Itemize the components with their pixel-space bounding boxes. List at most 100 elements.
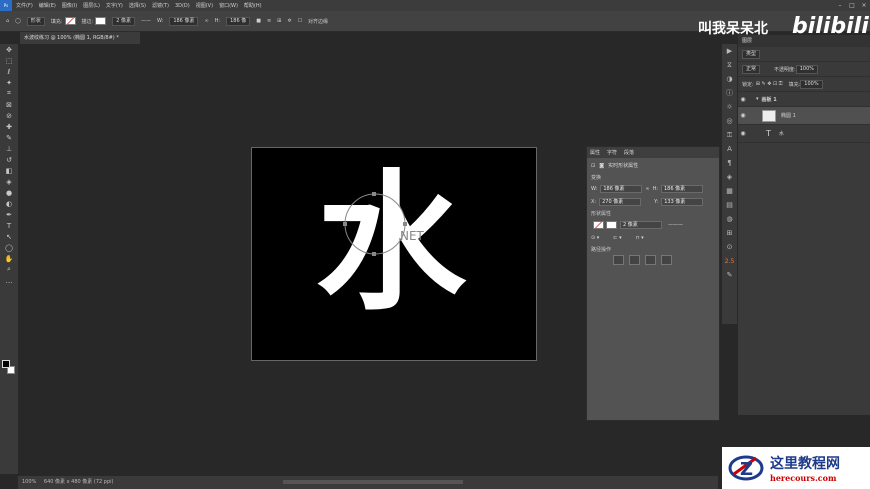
type-tool-icon[interactable]: T <box>0 220 18 231</box>
adjust-icon[interactable]: ◑ <box>722 72 737 86</box>
transform-section[interactable]: 变换 <box>587 174 719 181</box>
menu-3d[interactable]: 3D(D) <box>175 3 190 9</box>
lock-icon[interactable]: ⚿ <box>722 128 737 142</box>
stroke-size-input[interactable]: 2 像素 <box>112 16 135 26</box>
gear-icon[interactable]: ✲ <box>287 18 291 24</box>
width-field[interactable]: 186 像素 <box>600 184 643 193</box>
stroke-align-select[interactable]: ⊙ ▾ <box>591 235 599 241</box>
cap-select[interactable]: ⊏ ▾ <box>613 235 621 241</box>
blend-mode-select[interactable]: 正常 <box>742 64 761 74</box>
paragraph-icon[interactable]: ¶ <box>722 156 737 170</box>
fill-input[interactable]: 100% <box>800 79 823 89</box>
menu-filter[interactable]: 滤镜(T) <box>152 2 169 9</box>
frame-tool-icon[interactable]: ⊠ <box>0 99 18 110</box>
stamp-tool-icon[interactable]: ⊥ <box>0 143 18 154</box>
zoom-level[interactable]: 100% <box>22 479 36 485</box>
pen-tool-icon[interactable]: ✒ <box>0 209 18 220</box>
stroke-type-select[interactable]: —— <box>141 18 151 24</box>
chevron-down-icon[interactable]: ▾ <box>756 96 759 102</box>
glyphs-icon[interactable]: ◈ <box>722 170 737 184</box>
stroke-swatch[interactable] <box>95 17 107 25</box>
intersect-shape-icon[interactable] <box>645 255 656 265</box>
height-input[interactable]: 186 像 <box>226 16 251 26</box>
props-stroke-size[interactable]: 2 像素 <box>620 220 662 229</box>
maximize-icon[interactable]: □ <box>846 0 858 11</box>
path-icon[interactable]: ⊙ <box>722 240 737 254</box>
swatches-icon[interactable]: ▤ <box>722 198 737 212</box>
lock-icons[interactable]: ⊞ ✎ ✥ ⊡ ⚿ <box>756 81 783 87</box>
arrange-icon[interactable]: ⊞ <box>277 18 281 24</box>
bulb-icon[interactable]: ☼ <box>722 100 737 114</box>
character-icon[interactable]: A <box>722 142 737 156</box>
layer-filter-select[interactable]: 类型 <box>742 49 761 59</box>
close-icon[interactable]: × <box>858 0 870 11</box>
fill-swatch[interactable] <box>64 17 76 25</box>
ellipse-tool-icon[interactable]: ◯ <box>15 18 21 24</box>
height-field[interactable]: 186 像素 <box>660 184 703 193</box>
shape-mode-select[interactable]: 形状 <box>26 16 45 26</box>
style-icon[interactable]: ◎ <box>722 114 737 128</box>
blur-tool-icon[interactable]: ● <box>0 187 18 198</box>
magic-wand-icon[interactable]: ✦ <box>0 77 18 88</box>
visibility-icon[interactable]: ◉ <box>738 130 748 137</box>
link-icon[interactable]: ∞ <box>204 18 208 24</box>
align-icon[interactable]: ≡ <box>267 18 271 24</box>
document-tab[interactable]: 水波纹练习 @ 100% (椭圆 1, RGB/8#) * <box>20 32 140 44</box>
menu-view[interactable]: 视图(V) <box>196 2 213 9</box>
brush-tool-icon[interactable]: ✎ <box>0 132 18 143</box>
healing-brush-icon[interactable]: ✚ <box>0 121 18 132</box>
appearance-section[interactable]: 形状属性 <box>587 210 719 217</box>
marquee-tool-icon[interactable]: ⬚ <box>0 55 18 66</box>
align-edges-checkbox[interactable]: ☐ <box>298 18 302 24</box>
grid-icon[interactable]: ▦ <box>722 184 737 198</box>
width-input[interactable]: 186 像素 <box>169 16 199 26</box>
tab-properties[interactable]: 属性 <box>590 149 600 156</box>
exclude-shape-icon[interactable] <box>661 255 672 265</box>
ellipse-shape[interactable] <box>343 192 413 262</box>
horizontal-scrollbar[interactable] <box>283 480 463 484</box>
tab-layers[interactable]: 图层 <box>738 35 870 47</box>
hand-tool-icon[interactable]: ✋ <box>0 253 18 264</box>
x-field[interactable]: 270 像素 <box>599 197 642 206</box>
menu-file[interactable]: 文件(F) <box>16 2 33 9</box>
foreground-color-swatch[interactable] <box>2 360 10 368</box>
tool-preset-icon[interactable]: ✎ <box>722 268 737 282</box>
home-icon[interactable]: ⌂ <box>6 18 9 24</box>
props-stroke-swatch[interactable] <box>606 220 617 229</box>
menu-window[interactable]: 窗口(W) <box>219 2 238 9</box>
eyedropper-icon[interactable]: ⊘ <box>0 110 18 121</box>
y-field[interactable]: 133 像素 <box>661 197 704 206</box>
crop-tool-icon[interactable]: ⌗ <box>0 88 18 99</box>
channel-icon[interactable]: ⊞ <box>722 226 737 240</box>
combine-shapes-icon[interactable] <box>613 255 624 265</box>
menu-select[interactable]: 选择(S) <box>129 2 146 9</box>
props-fill-swatch[interactable] <box>593 220 604 229</box>
lasso-tool-icon[interactable]: ℓ <box>0 66 18 77</box>
bucket-tool-icon[interactable]: ◈ <box>0 176 18 187</box>
color-icon[interactable]: ◍ <box>722 212 737 226</box>
minimize-icon[interactable]: – <box>834 0 846 11</box>
tab-paragraph[interactable]: 段落 <box>624 149 634 156</box>
history-brush-icon[interactable]: ↺ <box>0 154 18 165</box>
layer-group-artboard[interactable]: ◉ ▾ 画板 1 <box>738 92 870 107</box>
move-tool-icon[interactable]: ✥ <box>0 44 18 55</box>
menu-help[interactable]: 帮助(H) <box>244 2 262 9</box>
path-ops-icon[interactable]: ■ <box>256 18 261 24</box>
visibility-icon[interactable]: ◉ <box>738 112 748 119</box>
zoom-tool-icon[interactable]: ⌕ <box>0 264 18 275</box>
info-icon[interactable]: ⓘ <box>722 86 737 100</box>
eraser-tool-icon[interactable]: ◧ <box>0 165 18 176</box>
corner-select[interactable]: ⊓ ▾ <box>636 235 644 241</box>
menu-type[interactable]: 文字(Y) <box>106 2 123 9</box>
menu-edit[interactable]: 编辑(E) <box>39 2 56 9</box>
menu-image[interactable]: 图像(I) <box>62 2 77 9</box>
dodge-tool-icon[interactable]: ◐ <box>0 198 18 209</box>
history-icon[interactable]: ⧖ <box>722 58 737 72</box>
layer-ellipse[interactable]: ◉ 椭圆 1 <box>738 107 870 125</box>
subtract-shape-icon[interactable] <box>629 255 640 265</box>
visibility-icon[interactable]: ◉ <box>738 96 748 103</box>
more-tools-icon[interactable]: … <box>0 275 18 286</box>
play-icon[interactable]: ▶ <box>722 44 737 58</box>
tab-character[interactable]: 字符 <box>607 149 617 156</box>
opacity-input[interactable]: 100% <box>795 64 818 74</box>
